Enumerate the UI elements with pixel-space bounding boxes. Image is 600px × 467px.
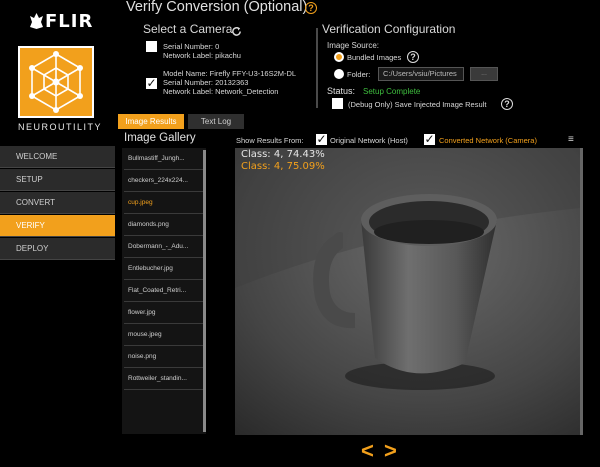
sidebar-item-convert[interactable]: CONVERT (0, 192, 115, 214)
gallery-item[interactable]: noise.png (124, 347, 206, 368)
camera-1-serial: Serial Number: 0 (163, 42, 220, 51)
result-image (235, 148, 580, 435)
camera-checkbox-1[interactable] (146, 41, 157, 52)
previous-image-button[interactable]: < (361, 438, 374, 464)
gallery-scrollbar[interactable] (203, 150, 206, 432)
gallery-item[interactable]: Dobermann_-_Adu... (124, 237, 206, 258)
page-title: Verify Conversion (Optional) (126, 0, 308, 15)
section-divider (316, 28, 318, 108)
gallery-item[interactable]: mouse.jpeg (124, 325, 206, 346)
cup-image (235, 148, 580, 435)
tab-text-log[interactable]: Text Log (188, 114, 244, 129)
debug-label: (Debug Only) Save Injected Image Result (348, 100, 487, 109)
folder-radio[interactable] (334, 69, 344, 79)
converted-network-label: Converted Network (Camera) (439, 136, 537, 145)
sidebar-item-verify[interactable]: VERIFY (0, 215, 115, 237)
status-label: Status: (327, 86, 356, 96)
sidebar-item-welcome[interactable]: WELCOME (0, 146, 115, 168)
bundled-images-label: Bundled Images (347, 53, 402, 62)
neural-network-icon (29, 51, 83, 113)
help-icon[interactable]: ? (407, 51, 419, 63)
status-value: Setup Complete (363, 87, 421, 96)
host-class-result: Class: 4, 74.43% (241, 149, 325, 160)
gallery-title: Image Gallery (124, 132, 196, 144)
show-results-label: Show Results From: (236, 136, 304, 145)
converted-network-checkbox[interactable]: ✓ (424, 133, 435, 145)
refresh-icon[interactable] (231, 24, 242, 36)
next-image-button[interactable]: > (384, 438, 397, 464)
help-icon[interactable]: ? (501, 98, 513, 110)
bundled-images-radio[interactable] (334, 52, 344, 62)
viewer-scrollbar[interactable] (580, 148, 583, 435)
flame-icon (30, 13, 43, 29)
verification-section-title: Verification Configuration (322, 22, 456, 36)
camera-2-serial: Serial Number: 20132363 (163, 78, 249, 87)
camera-class-result: Class: 4, 75.09% (241, 161, 325, 172)
menu-icon[interactable]: ≡ (568, 134, 574, 145)
gallery-item[interactable]: Rottweiler_standin... (124, 369, 206, 390)
camera-checkbox-2[interactable]: ✓ (146, 77, 157, 89)
sidebar-item-setup[interactable]: SETUP (0, 169, 115, 191)
folder-path-input[interactable]: C:/Users/vsiu/Pictures (378, 67, 464, 81)
brand-logo: FLIR (30, 11, 94, 32)
gallery-item[interactable]: flower.jpg (124, 303, 206, 324)
original-network-label: Original Network (Host) (330, 136, 408, 145)
gallery-item[interactable]: cup.jpeg (124, 193, 206, 214)
tab-image-results[interactable]: Image Results (118, 114, 184, 129)
camera-2-label: Network Label: Network_Detection (163, 87, 279, 96)
neuroutility-logo (18, 46, 94, 118)
browse-button[interactable]: ... (470, 67, 498, 81)
camera-section-title: Select a Camera (143, 22, 233, 36)
original-network-checkbox[interactable]: ✓ (316, 133, 327, 145)
image-source-label: Image Source: (327, 41, 380, 50)
gallery-item[interactable]: Bullmastiff_Jungh... (124, 149, 206, 170)
help-icon[interactable]: ? (305, 2, 317, 14)
gallery-item[interactable]: Flat_Coated_Retri... (124, 281, 206, 302)
brand-name: FLIR (45, 11, 94, 32)
gallery-item[interactable]: Entlebucher.jpg (124, 259, 206, 280)
browse-label: ... (481, 70, 487, 77)
gallery-item[interactable]: checkers_224x224... (124, 171, 206, 192)
gallery-item[interactable]: diamonds.png (124, 215, 206, 236)
folder-label: Folder: (347, 70, 371, 79)
debug-checkbox[interactable] (332, 98, 343, 109)
camera-1-label: Network Label: pikachu (163, 51, 241, 60)
product-name: NEUROUTILITY (18, 122, 103, 132)
sidebar-item-deploy[interactable]: DEPLOY (0, 238, 115, 260)
camera-2-model: Model Name: Firefly FFY-U3-16S2M-DL (163, 69, 297, 78)
